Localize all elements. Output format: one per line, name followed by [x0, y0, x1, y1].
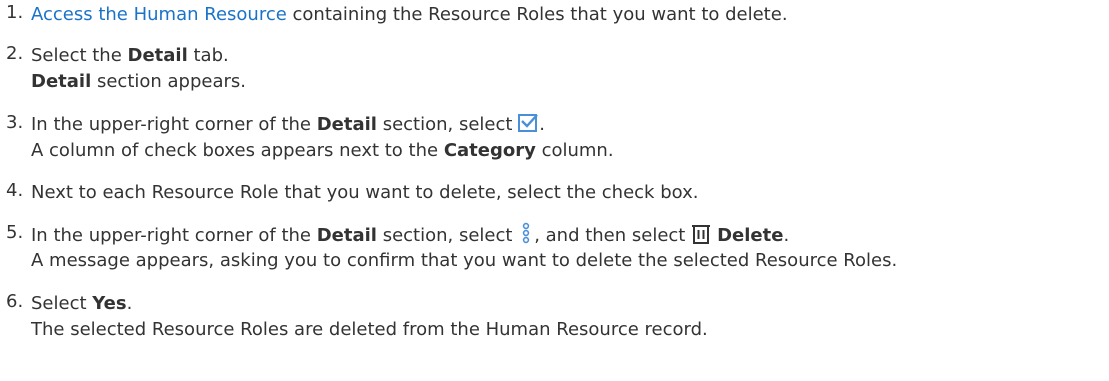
step-text: section, select: [376, 225, 519, 246]
step-number: 4.: [6, 180, 24, 201]
result-text: A column of check boxes appears next to …: [31, 140, 444, 161]
trash-icon: [691, 223, 711, 245]
step-text: .: [539, 114, 545, 135]
step-text: , and then select: [534, 225, 692, 246]
access-human-resource-link[interactable]: Access the Human Resource: [31, 4, 287, 25]
detail-section-label: Detail: [316, 225, 377, 246]
step-result: Detail section appears.: [31, 71, 246, 92]
step-text: section, select: [376, 114, 519, 135]
step-text: In the upper-right corner of the: [31, 114, 317, 135]
step-text: In the upper-right corner of the: [31, 225, 317, 246]
category-column-label: Category: [443, 140, 536, 161]
delete-label: Delete: [717, 225, 784, 246]
result-text: The selected Resource Roles are deleted …: [31, 319, 708, 340]
checkbox-select-icon: [518, 113, 539, 133]
detail-section-label: Detail: [31, 71, 92, 92]
detail-section-label: Detail: [316, 114, 377, 135]
step-text: Select: [31, 293, 93, 314]
step-number: 6.: [6, 291, 24, 312]
step-text: .: [126, 293, 133, 314]
result-text: column.: [535, 140, 614, 161]
result-text: A message appears, asking you to confirm…: [31, 250, 898, 271]
detail-tab-label: Detail: [127, 45, 188, 66]
step-number: 5.: [6, 222, 24, 243]
step-text: tab.: [187, 45, 229, 66]
step-number: 2.: [6, 43, 24, 64]
yes-label: Yes: [92, 293, 127, 314]
step-text: .: [783, 225, 790, 246]
step-text: containing the Resource Roles that you w…: [286, 4, 788, 25]
step-number: 3.: [6, 112, 24, 133]
vertical-ellipsis-icon: [522, 222, 530, 244]
step-text: Next to each Resource Role that you want…: [31, 182, 699, 203]
result-text: section appears.: [91, 71, 247, 92]
step-number: 1.: [6, 2, 24, 23]
step-text: Select the: [31, 45, 128, 66]
